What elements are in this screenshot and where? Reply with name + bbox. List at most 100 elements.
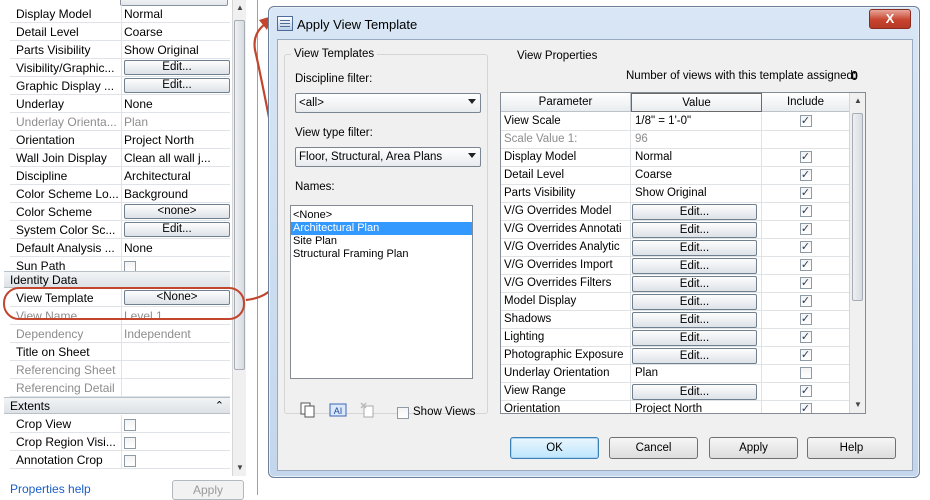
view-property-row[interactable]: V/G Overrides Annotati Edit... [501,221,850,239]
property-row[interactable]: Orientation Project North [10,131,230,149]
property-value[interactable] [121,451,230,468]
property-row[interactable]: Graphic Display ... Edit... [10,77,230,95]
include-checkbox[interactable] [799,402,812,413]
show-views-checkbox[interactable] [397,405,409,419]
template-name-item[interactable]: Site Plan [291,235,472,248]
include-checkbox[interactable] [799,366,812,379]
property-section-header[interactable]: Identity Data [4,271,230,288]
include-checkbox[interactable] [799,204,812,217]
view-property-row[interactable]: Detail Level Coarse [501,167,850,185]
cancel-button[interactable]: Cancel [609,437,698,459]
view-property-row[interactable]: Lighting Edit... [501,329,850,347]
properties-help-link[interactable]: Properties help [10,482,91,496]
property-row[interactable]: Dependency Independent [10,325,230,343]
help-button[interactable]: Help [807,437,896,459]
column-header-include[interactable]: Include [762,93,850,112]
view-property-row[interactable]: Shadows Edit... [501,311,850,329]
properties-apply-button[interactable]: Apply [172,480,244,500]
view-property-row[interactable]: Parts Visibility Show Original [501,185,850,203]
property-edit-button[interactable]: Edit... [124,78,230,93]
include-checkbox[interactable] [799,312,812,325]
property-edit-button[interactable]: <None> [124,290,230,305]
include-cell[interactable] [762,221,850,239]
include-checkbox[interactable] [799,384,812,397]
edit-button[interactable]: Edit... [632,384,757,400]
view-property-row[interactable]: V/G Overrides Filters Edit... [501,275,850,293]
property-row[interactable]: Wall Join Display Clean all wall j... [10,149,230,167]
include-checkbox[interactable] [799,294,812,307]
include-cell[interactable] [762,167,850,185]
include-cell[interactable] [762,329,850,347]
include-cell[interactable] [762,293,850,311]
include-cell[interactable] [762,311,850,329]
property-row[interactable]: Visibility/Graphic... Edit... [10,59,230,77]
edit-button[interactable]: Edit... [632,294,757,310]
property-value[interactable]: Edit... [121,221,230,238]
include-checkbox[interactable] [799,348,812,361]
table-scrollbar[interactable]: ▲ ▼ [849,93,865,413]
property-row[interactable]: Parts Visibility Show Original [10,41,230,59]
view-property-row[interactable]: Underlay Orientation Plan [501,365,850,383]
include-cell[interactable] [762,185,850,203]
include-cell[interactable] [762,203,850,221]
view-property-row[interactable]: View Scale 1/8" = 1'-0" [501,113,850,131]
edit-button[interactable]: Edit... [632,330,757,346]
include-cell[interactable] [762,239,850,257]
include-checkbox[interactable] [799,330,812,343]
duplicate-icon[interactable] [299,401,317,419]
view-property-row[interactable]: View Range Edit... [501,383,850,401]
property-row[interactable]: Annotation Crop [10,451,230,469]
include-checkbox[interactable] [799,258,812,271]
scrollbar-thumb[interactable] [234,20,245,370]
include-checkbox[interactable] [799,276,812,289]
value-cell[interactable]: Edit... [631,347,762,365]
property-row[interactable]: View Template <None> [10,289,230,307]
include-cell[interactable] [762,347,850,365]
property-row[interactable]: Crop View [10,415,230,433]
property-row[interactable]: Detail Level Coarse [10,23,230,41]
ok-button[interactable]: OK [510,437,599,459]
property-value[interactable] [121,415,230,432]
scroll-up-icon[interactable]: ▲ [852,95,864,107]
value-cell[interactable]: Edit... [631,221,762,239]
view-property-row[interactable]: V/G Overrides Import Edit... [501,257,850,275]
include-cell[interactable] [762,257,850,275]
column-header-parameter[interactable]: Parameter [501,93,631,112]
value-cell[interactable]: Edit... [631,383,762,401]
value-cell[interactable]: Edit... [631,293,762,311]
property-row[interactable]: Crop Region Visi... [10,433,230,451]
include-cell[interactable] [762,383,850,401]
view-property-row[interactable]: Photographic Exposure Edit... [501,347,850,365]
property-value[interactable]: Edit... [121,77,230,94]
view-property-row[interactable]: Orientation Project North [501,401,850,413]
column-header-value[interactable]: Value [631,93,762,112]
edit-button[interactable]: Edit... [632,258,757,274]
include-cell[interactable] [762,113,850,131]
value-cell[interactable]: Edit... [631,239,762,257]
include-checkbox[interactable] [799,114,812,127]
value-cell[interactable]: Edit... [631,257,762,275]
collapse-icon[interactable]: ⌃ [215,399,224,412]
edit-button[interactable]: Edit... [632,348,757,364]
edit-button[interactable]: Edit... [632,240,757,256]
include-cell[interactable] [762,149,850,167]
edit-button[interactable]: Edit... [632,312,757,328]
discipline-filter-dropdown[interactable]: <all> [295,93,481,113]
property-edit-button[interactable]: Edit... [124,222,230,237]
value-cell[interactable]: Edit... [631,203,762,221]
view-property-row[interactable]: Model Display Edit... [501,293,850,311]
scroll-down-icon[interactable]: ▼ [852,399,864,411]
include-checkbox[interactable] [799,186,812,199]
include-cell[interactable] [762,401,850,413]
include-checkbox[interactable] [799,222,812,235]
property-row[interactable]: Color Scheme <none> [10,203,230,221]
value-cell[interactable]: 1/8" = 1'-0" [631,113,762,131]
property-row[interactable]: Discipline Architectural [10,167,230,185]
include-checkbox[interactable] [799,168,812,181]
value-cell[interactable]: Edit... [631,311,762,329]
delete-icon[interactable] [359,401,377,419]
names-listbox[interactable]: <None> Architectural Plan Site Plan Structu… [290,205,473,379]
property-value[interactable]: <none> [121,203,230,220]
template-name-item[interactable]: Structural Framing Plan [291,248,472,261]
property-edit-button[interactable]: <none> [124,204,230,219]
